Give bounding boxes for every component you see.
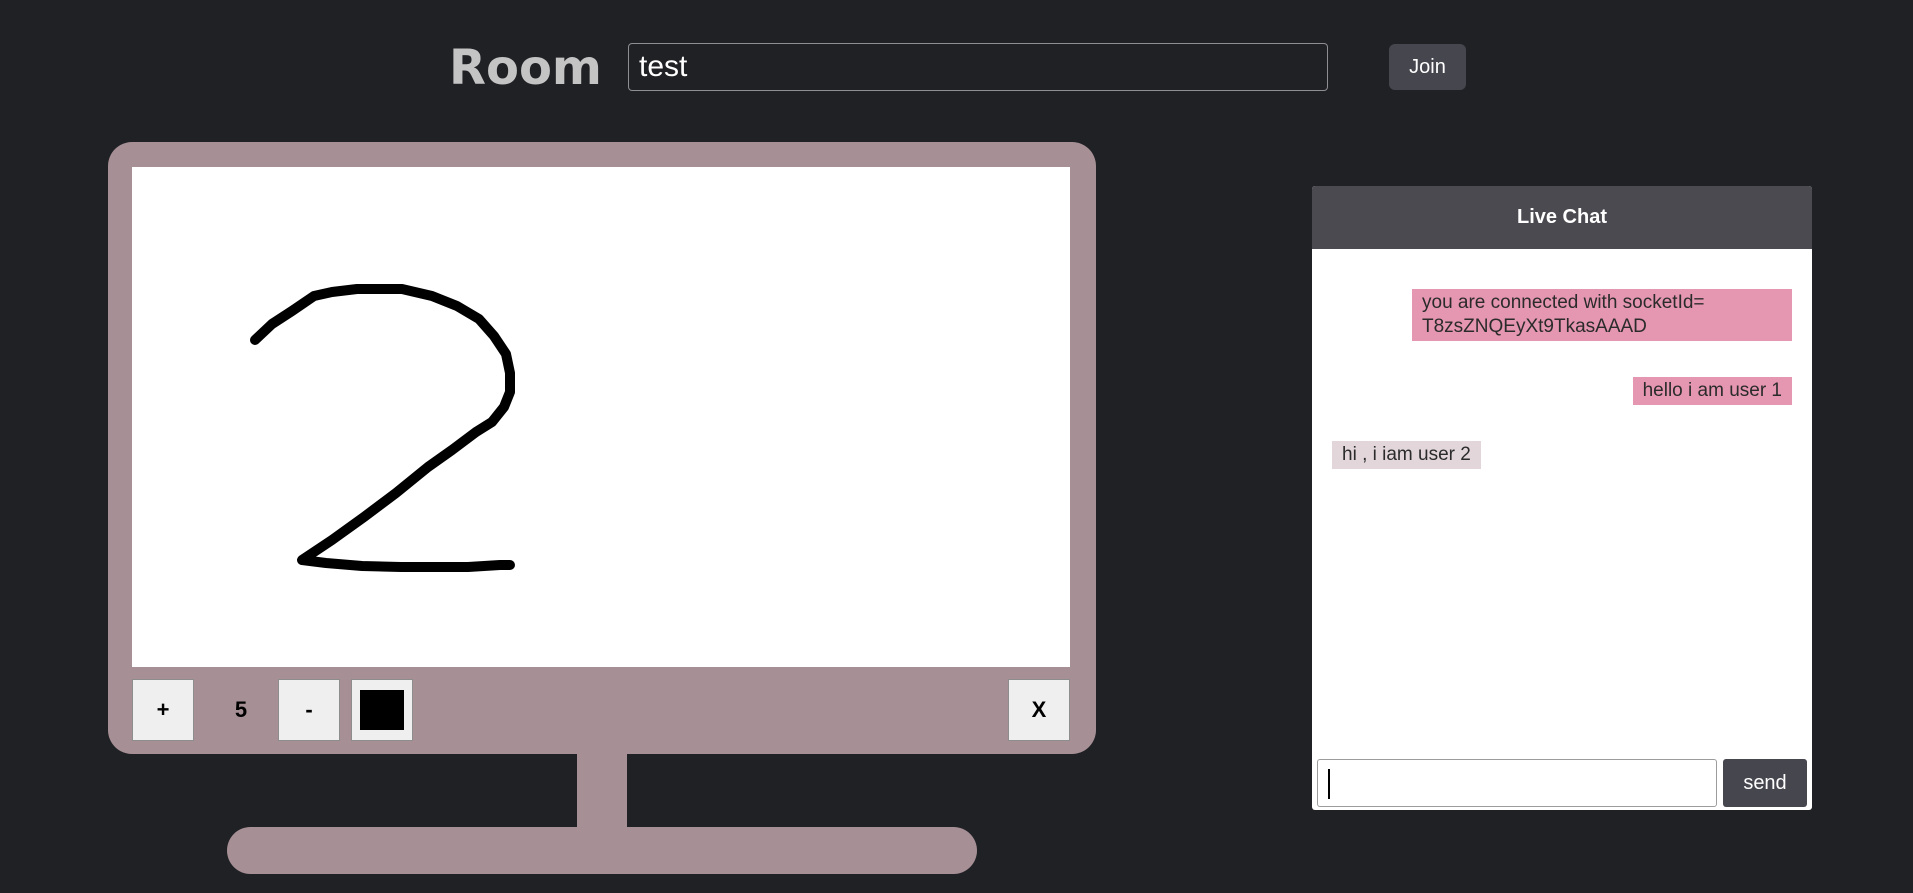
page: Room Join + 5 - X Live Chat you are conn…	[0, 0, 1913, 893]
clear-canvas-button[interactable]: X	[1008, 679, 1070, 741]
monitor-stand-neck	[577, 754, 627, 828]
monitor-stand-base	[227, 827, 977, 874]
drawing-stroke	[250, 284, 515, 572]
chat-message-input[interactable]	[1317, 759, 1717, 807]
chat-title: Live Chat	[1312, 186, 1812, 249]
decrease-size-button[interactable]: -	[278, 679, 340, 741]
send-button[interactable]: send	[1723, 759, 1807, 807]
text-caret	[1328, 769, 1330, 799]
chat-message: hello i am user 1	[1632, 377, 1792, 405]
increase-size-button[interactable]: +	[132, 679, 194, 741]
room-title: Room	[449, 40, 602, 96]
brush-size-value: 5	[234, 697, 248, 722]
drawing-canvas[interactable]	[132, 167, 1070, 667]
join-button[interactable]: Join	[1389, 44, 1466, 90]
color-picker-button[interactable]	[351, 679, 413, 741]
color-swatch	[360, 690, 404, 730]
chat-panel: Live Chat you are connected with socketI…	[1312, 186, 1812, 810]
chat-message: you are connected with socketId= T8zsZNQ…	[1412, 289, 1792, 341]
chat-message: hi , i iam user 2	[1332, 441, 1481, 469]
whiteboard-monitor: + 5 - X	[108, 142, 1096, 754]
room-input[interactable]	[628, 43, 1328, 91]
